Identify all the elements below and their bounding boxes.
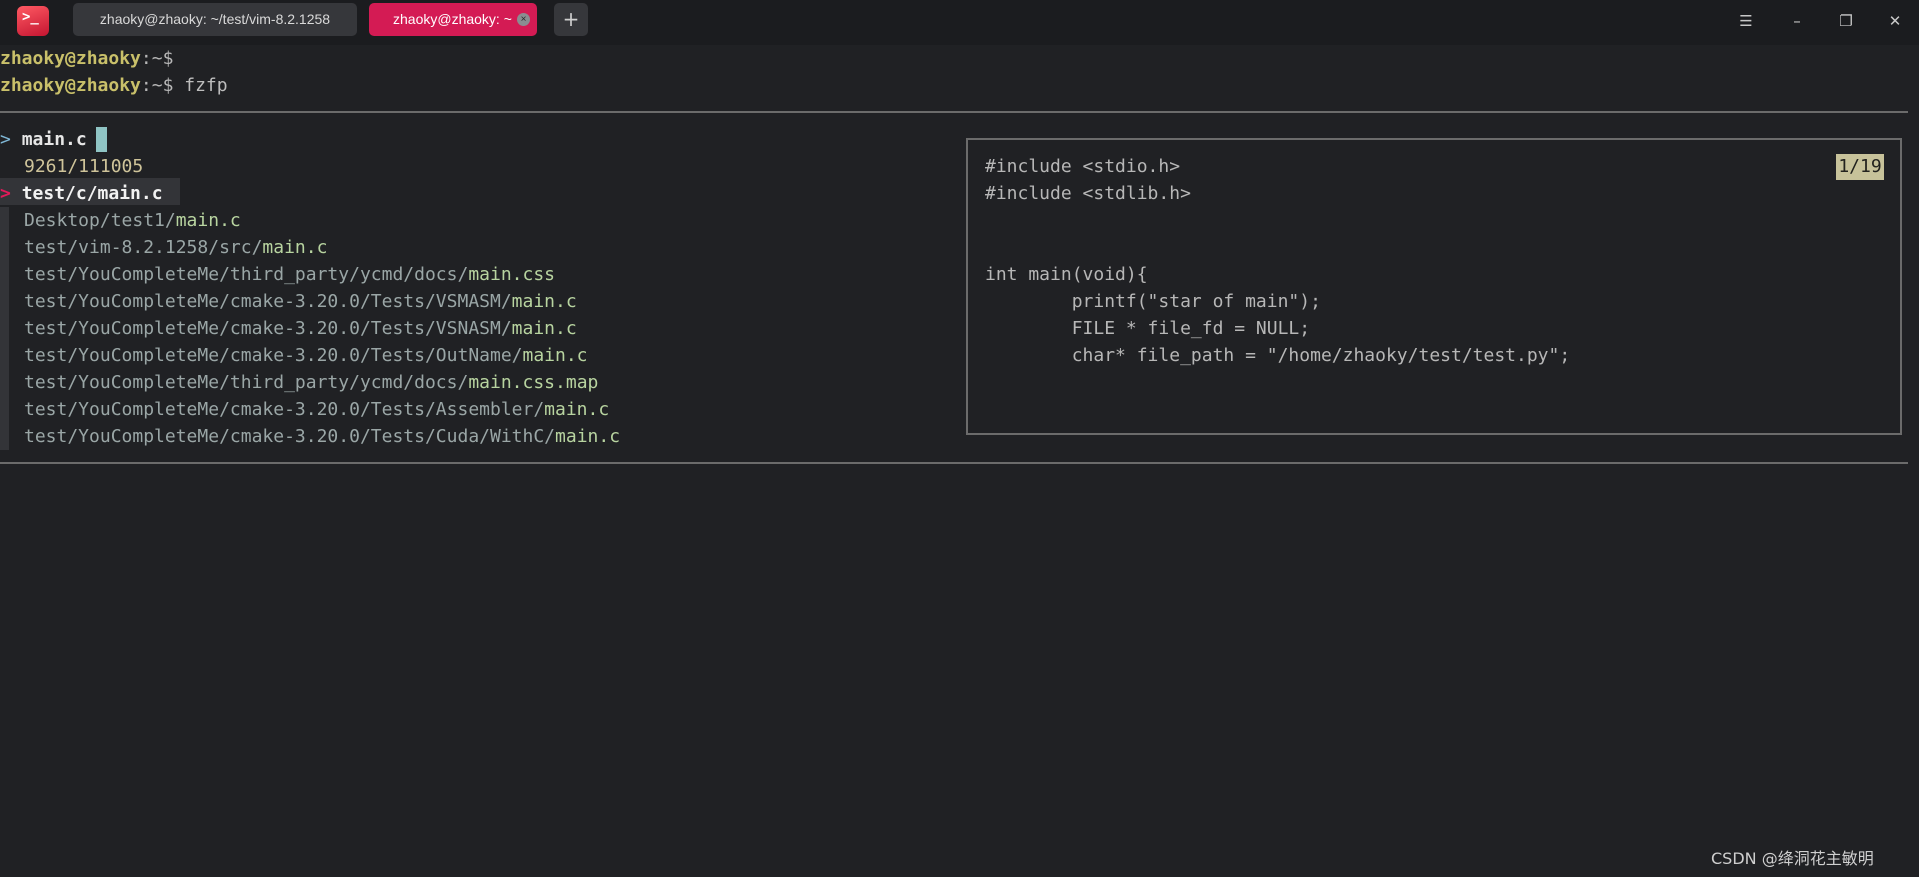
result-item[interactable]: test/YouCompleteMe/cmake-3.20.0/Tests/VS… xyxy=(24,315,577,342)
tab-home[interactable]: zhaoky@zhaoky: ~ × xyxy=(369,3,537,36)
close-tab-icon[interactable]: × xyxy=(517,13,530,26)
list-gutter xyxy=(0,423,9,450)
minimize-icon[interactable]: – xyxy=(1783,8,1811,34)
result-item[interactable]: test/YouCompleteMe/third_party/ycmd/docs… xyxy=(24,261,555,288)
list-gutter xyxy=(0,261,9,288)
code-line: #include <stdio.h> xyxy=(985,156,1181,177)
tab-label: zhaoky@zhaoky: ~ xyxy=(393,11,512,27)
preview-position-badge: 1/19 xyxy=(1836,154,1884,180)
code-line: #include <stdlib.h> xyxy=(985,183,1191,204)
close-window-icon[interactable]: ✕ xyxy=(1881,8,1909,34)
code-line: FILE * file_fd = NULL; xyxy=(985,318,1311,339)
list-gutter xyxy=(0,234,9,261)
restore-icon[interactable]: ❐ xyxy=(1832,8,1860,34)
prompt-line: zhaoky@zhaoky:~$ fzfp xyxy=(0,72,228,99)
fzf-query-input[interactable]: main.c xyxy=(22,129,87,150)
fzf-query-line[interactable]: > main.c xyxy=(0,126,87,153)
tab-label: zhaoky@zhaoky: ~/test/vim-8.2.1258 xyxy=(99,11,331,27)
fzf-top-border xyxy=(0,111,1908,113)
result-item[interactable]: test/YouCompleteMe/cmake-3.20.0/Tests/Cu… xyxy=(24,423,620,450)
new-tab-button[interactable]: + xyxy=(554,3,588,36)
result-item[interactable]: test/YouCompleteMe/cmake-3.20.0/Tests/VS… xyxy=(24,288,577,315)
list-gutter xyxy=(0,288,9,315)
prompt-user: zhaoky@zhaoky xyxy=(0,48,141,69)
command-text: fzfp xyxy=(173,75,228,96)
selected-result-text: test/c/main.c xyxy=(21,183,163,204)
code-line: printf("star of main"); xyxy=(985,291,1321,312)
csdn-watermark: CSDN @绛洞花主敏明 xyxy=(1711,849,1874,868)
list-gutter xyxy=(0,396,9,423)
result-item[interactable]: test/vim-8.2.1258/src/main.c xyxy=(24,234,327,261)
list-gutter xyxy=(0,315,9,342)
match-count: 9261/111005 xyxy=(24,156,144,177)
terminal-app-icon[interactable]: >_ xyxy=(17,6,49,36)
result-item[interactable]: test/YouCompleteMe/cmake-3.20.0/Tests/Ou… xyxy=(24,342,588,369)
result-item[interactable]: test/YouCompleteMe/cmake-3.20.0/Tests/As… xyxy=(24,396,609,423)
code-line: int main(void){ xyxy=(985,264,1148,285)
list-gutter xyxy=(0,207,9,234)
prompt-user: zhaoky@zhaoky xyxy=(0,75,141,96)
text-cursor xyxy=(96,127,107,152)
list-gutter xyxy=(0,342,9,369)
prompt-symbol: :~$ xyxy=(140,48,174,69)
prompt-symbol: :~$ xyxy=(140,75,174,96)
result-item[interactable]: Desktop/test1/main.c xyxy=(24,207,241,234)
result-item[interactable]: test/YouCompleteMe/third_party/ycmd/docs… xyxy=(24,369,598,396)
prompt-line: zhaoky@zhaoky:~$ xyxy=(0,45,173,72)
terminal-area[interactable]: zhaoky@zhaoky:~$ zhaoky@zhaoky:~$ fzfp >… xyxy=(0,45,1919,877)
fzf-bottom-border xyxy=(0,462,1908,464)
title-bar: >_ zhaoky@zhaoky: ~/test/vim-8.2.1258 zh… xyxy=(0,0,1919,45)
tab-vim-dir[interactable]: zhaoky@zhaoky: ~/test/vim-8.2.1258 xyxy=(73,3,357,36)
query-arrow: > xyxy=(0,129,11,150)
list-gutter xyxy=(0,369,9,396)
code-line: char* file_path = "/home/zhaoky/test/tes… xyxy=(985,345,1571,366)
menu-icon[interactable]: ☰ xyxy=(1732,8,1760,34)
selected-result[interactable]: > test/c/main.c xyxy=(0,180,163,207)
selection-arrow: > xyxy=(0,183,11,204)
